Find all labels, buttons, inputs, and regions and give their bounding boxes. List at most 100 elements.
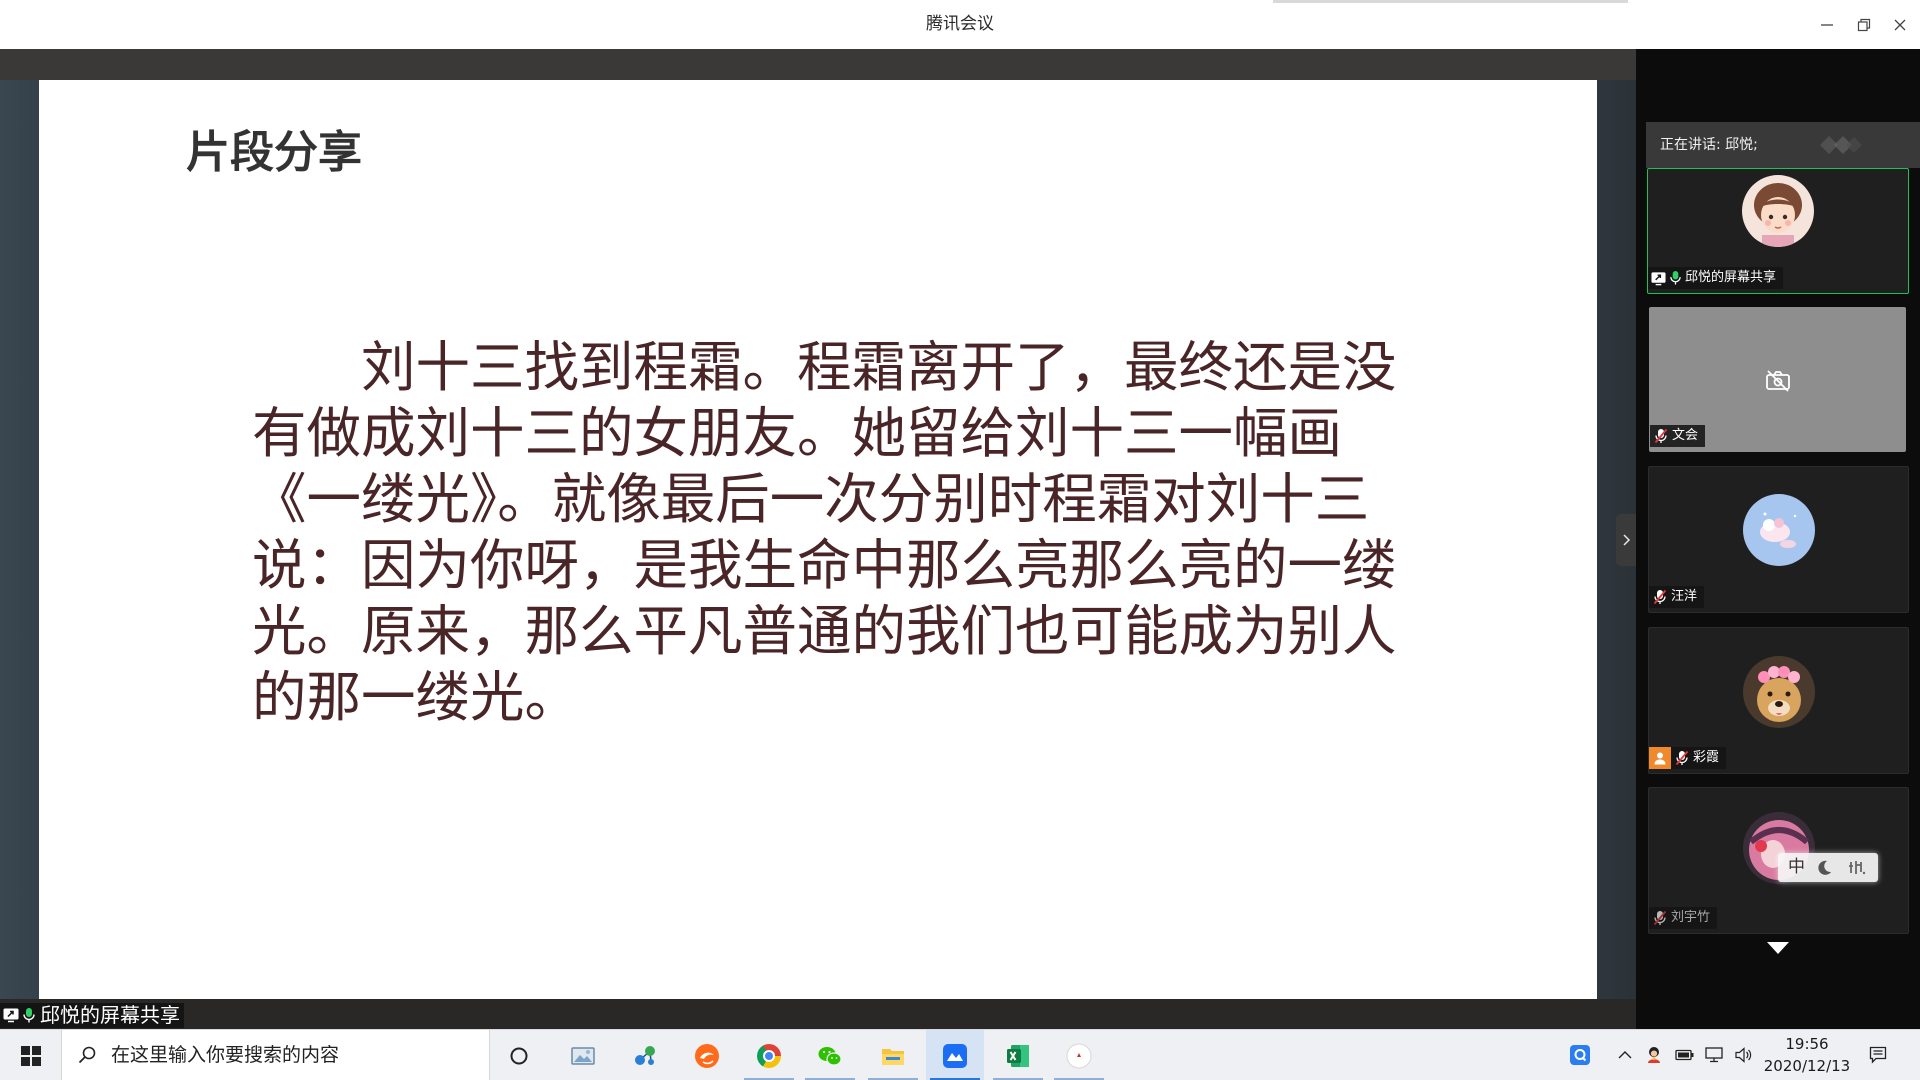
minimize-icon [1821, 24, 1833, 26]
taskbar-search-box[interactable]: 在这里输入你要搜索的内容 [61, 1030, 490, 1080]
slide-body-line: 光。原来，那么平凡普通的我们也可能成为别人 [252, 599, 1397, 663]
decorative-shapes [1818, 134, 1864, 156]
stage-top-band [0, 49, 1636, 80]
slide-body-line: 的那一缕光。 [252, 665, 580, 729]
stage-bottom-band [0, 999, 1636, 1029]
chevron-right-icon [1623, 534, 1631, 546]
tray-network[interactable] [1704, 1045, 1724, 1065]
slide-body-line: 说：因为你呀，是我生命中那么亮那么亮的一缕 [252, 533, 1397, 597]
mic-muted-icon [1653, 428, 1669, 444]
slide-body-line: 刘十三找到程霜。程霜离开了，最终还是没 [361, 335, 1397, 399]
tray-tencent-meeting[interactable] [1568, 1043, 1592, 1067]
tencent-meeting-tray-icon [1570, 1045, 1590, 1065]
action-center-button[interactable] [1866, 1043, 1890, 1067]
slide-body-line: 有做成刘十三的女朋友。她留给刘十三一幅画 [252, 401, 1343, 465]
slide-body: 刘十三找到程霜。程霜离开了，最终还是没 有做成刘十三的女朋友。她留给刘十三一幅画… [252, 334, 1502, 730]
participant-name: 刘宇竹 [1671, 910, 1711, 925]
taskbar-app-orange[interactable] [678, 1030, 736, 1080]
mic-on-icon [1669, 270, 1682, 286]
taskbar-app-wechat[interactable] [801, 1030, 859, 1080]
volume-icon [1735, 1047, 1752, 1063]
start-button[interactable] [0, 1030, 61, 1080]
close-icon [1894, 19, 1906, 31]
search-icon [78, 1046, 96, 1064]
screen-share-label: 邱悦的屏幕共享 [0, 1003, 184, 1028]
participant-name: 文会 [1672, 428, 1699, 443]
participant-tile[interactable]: 文会 [1649, 307, 1906, 452]
half-width-moon-icon[interactable] [1816, 859, 1833, 876]
participant-label: 刘宇竹 [1649, 907, 1718, 929]
tray-app-icon [1648, 1047, 1660, 1063]
chevron-up-icon [1618, 1051, 1632, 1059]
slide-title: 片段分享 [186, 127, 362, 178]
taskbar-app-photos[interactable] [554, 1030, 612, 1080]
restore-button[interactable] [1854, 15, 1874, 35]
photos-icon [571, 1046, 595, 1065]
avatar [1743, 656, 1815, 728]
mic-on-icon [22, 1007, 36, 1024]
shared-slide: 片段分享 刘十三找到程霜。程霜离开了，最终还是没 有做成刘十三的女朋友。她留给刘… [39, 80, 1597, 999]
taskbar-app-file-explorer[interactable] [864, 1030, 922, 1080]
ime-toolbar[interactable]: 中 [1778, 853, 1878, 882]
windows-taskbar: 在这里输入你要搜索的内容 19:56 2020/12/13 [0, 1029, 1920, 1080]
clock-date: 2020/12/13 [1763, 1057, 1851, 1075]
pinned-app-icon [1066, 1043, 1092, 1068]
slide-body-line: 《一缕光》。就像最后一次分别时程霜对刘十三 [252, 467, 1370, 531]
window-titlebar: 腾讯会议 [0, 0, 1920, 49]
mic-muted-icon [1652, 589, 1668, 605]
wechat-icon [818, 1046, 842, 1066]
cortana-icon [510, 1047, 528, 1064]
mic-muted-icon [1652, 910, 1668, 926]
avatar [1743, 494, 1815, 566]
taskbar-app-chrome[interactable] [740, 1030, 798, 1080]
participant-tile[interactable]: 汪洋 [1648, 466, 1909, 613]
participant-name: 彩霞 [1693, 750, 1720, 765]
chrome-icon [757, 1043, 781, 1068]
speaking-text: 正在讲话: 邱悦; [1660, 137, 1758, 153]
participant-label: 文会 [1650, 425, 1706, 447]
taskbar-app-excel[interactable] [989, 1030, 1047, 1080]
show-hidden-icons-button[interactable] [1615, 1045, 1635, 1065]
network-app-icon [635, 1045, 655, 1065]
person-icon [1649, 747, 1671, 769]
participant-label: 汪洋 [1649, 586, 1705, 608]
taskbar-app-network[interactable] [616, 1030, 674, 1080]
clock-time: 19:56 [1785, 1035, 1829, 1053]
screen-share-icon [1651, 271, 1666, 286]
close-button[interactable] [1890, 15, 1910, 35]
notification-icon [1869, 1046, 1887, 1064]
tray-volume[interactable] [1734, 1045, 1754, 1065]
titlebar-shadow [1273, 0, 1628, 3]
scroll-down-arrow-icon[interactable] [1767, 942, 1789, 954]
tray-app[interactable] [1644, 1045, 1664, 1065]
tencent-meeting-icon [943, 1043, 967, 1068]
taskbar-app-pinned[interactable] [1050, 1030, 1108, 1080]
participant-name: 汪洋 [1671, 589, 1698, 604]
participant-tile[interactable]: 彩霞 [1648, 627, 1909, 774]
screen-share-label-text: 邱悦的屏幕共享 [40, 1003, 180, 1027]
mic-muted-icon [1674, 750, 1690, 766]
participant-tile[interactable]: 邱悦的屏幕共享 [1647, 168, 1909, 294]
battery-icon [1675, 1049, 1694, 1061]
restore-icon [1857, 18, 1871, 32]
speaking-indicator-bar: 正在讲话: 邱悦; [1646, 122, 1920, 168]
screen-share-icon [3, 1007, 19, 1023]
orange-swirl-app-icon [695, 1043, 719, 1068]
file-explorer-icon [882, 1048, 904, 1065]
network-icon [1705, 1047, 1723, 1063]
excel-icon [1007, 1044, 1029, 1067]
tray-power[interactable] [1675, 1045, 1695, 1065]
window-title: 腾讯会议 [926, 14, 994, 34]
taskbar-clock[interactable]: 19:56 2020/12/13 [1762, 1030, 1852, 1080]
participant-label: 邱悦的屏幕共享 [1648, 267, 1784, 289]
cortana-button[interactable] [499, 1030, 539, 1080]
ime-mode-toggle[interactable]: 中 [1788, 853, 1805, 882]
taskbar-app-tencent-meeting[interactable] [926, 1030, 984, 1080]
collapse-panel-button[interactable] [1616, 514, 1636, 566]
participant-label: 彩霞 [1649, 747, 1727, 769]
punctuation-icon[interactable] [1848, 859, 1866, 876]
windows-logo-icon [20, 1045, 41, 1066]
minimize-button[interactable] [1817, 15, 1837, 35]
participant-name: 邱悦的屏幕共享 [1685, 270, 1777, 285]
camera-off-icon [1765, 370, 1791, 392]
